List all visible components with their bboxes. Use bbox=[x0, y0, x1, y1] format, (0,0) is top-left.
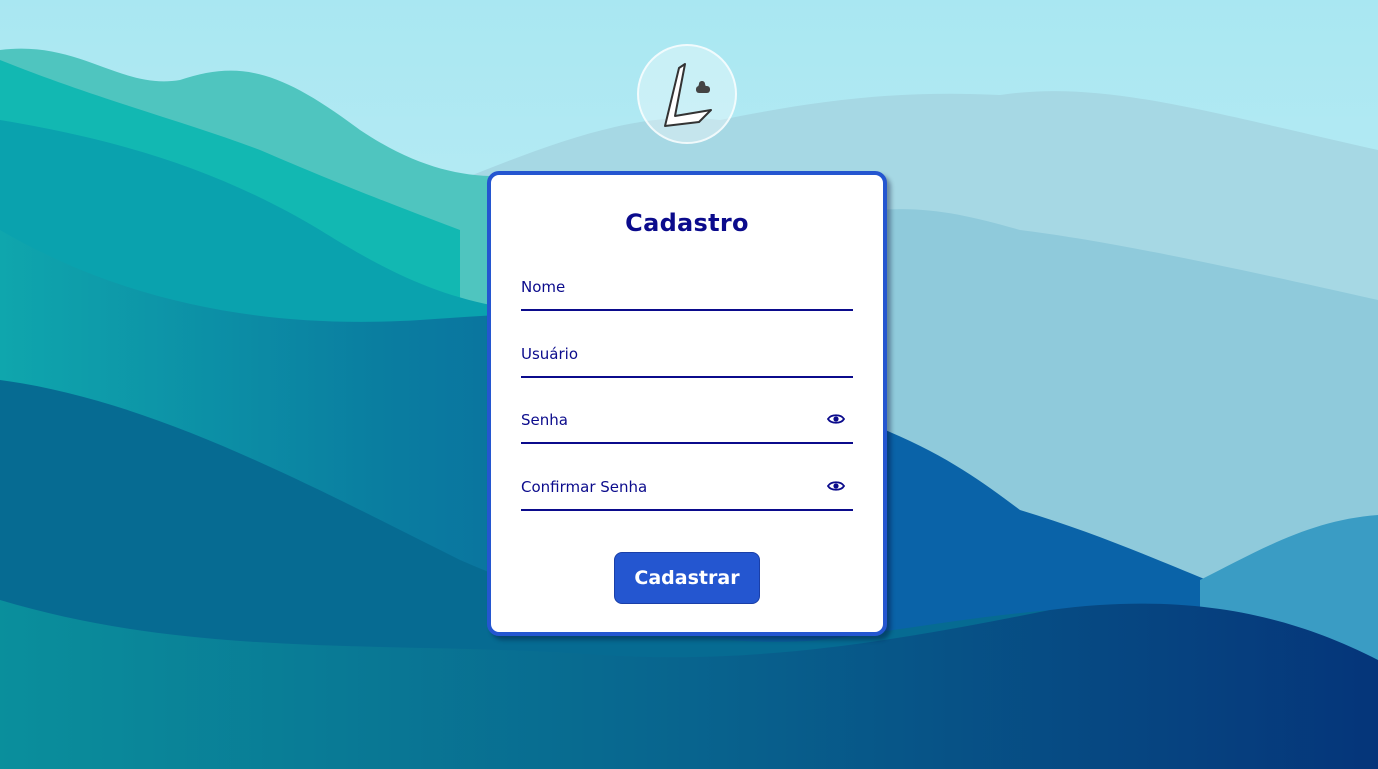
eye-icon[interactable] bbox=[827, 479, 845, 493]
signup-card: Cadastro Nome Usuário Senha Confirmar Se… bbox=[487, 171, 887, 636]
name-field[interactable]: Nome bbox=[521, 269, 853, 311]
name-field-label: Nome bbox=[521, 278, 566, 296]
username-field-label: Usuário bbox=[521, 345, 579, 363]
logo bbox=[637, 44, 737, 144]
eye-icon[interactable] bbox=[827, 412, 845, 426]
username-field[interactable]: Usuário bbox=[521, 336, 853, 378]
form-title: Cadastro bbox=[625, 209, 749, 237]
logo-icon bbox=[664, 63, 712, 127]
password-field-label: Senha bbox=[521, 411, 568, 429]
confirm-password-field[interactable]: Confirmar Senha bbox=[521, 469, 853, 511]
submit-button[interactable]: Cadastrar bbox=[614, 552, 760, 604]
password-field[interactable]: Senha bbox=[521, 402, 853, 444]
confirm-password-field-label: Confirmar Senha bbox=[521, 478, 648, 496]
